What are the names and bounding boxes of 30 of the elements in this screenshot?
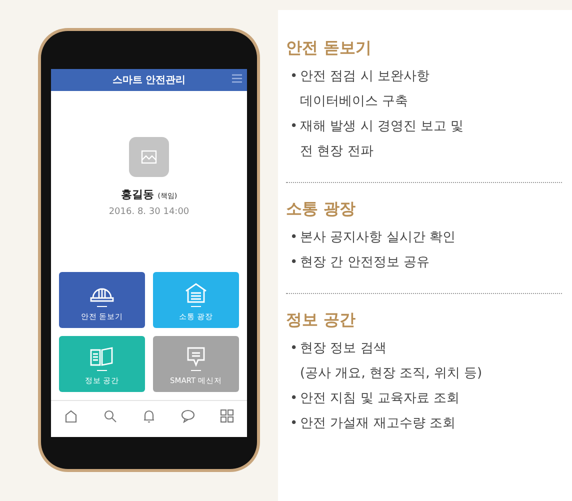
bullet: •	[290, 340, 299, 358]
app-title: 스마트 안전관리	[112, 74, 186, 88]
bullet: •	[290, 390, 299, 408]
timestamp: 2016. 8. 30 14:00	[108, 206, 190, 218]
grid-icon[interactable]	[220, 409, 234, 423]
section-title: 정보 공간	[286, 309, 357, 331]
chat-icon	[186, 346, 206, 367]
bell-icon[interactable]	[142, 409, 156, 423]
user-name: 홍길동	[120, 188, 154, 201]
bullet: •	[290, 118, 299, 136]
section-title: 안전 돋보기	[286, 37, 373, 59]
bullet: •	[290, 229, 299, 247]
bullet-text: 본사 공지사항 실시간 확인	[300, 229, 456, 247]
bullet-text: 안전 가설재 재고수량 조회	[300, 415, 456, 433]
bullet: •	[290, 415, 299, 433]
bullet-text: 현장 정보 검색 (공사 개요, 현장 조직, 위치 등)	[300, 340, 482, 383]
home-icon[interactable]	[64, 409, 78, 423]
bullet-text: 안전 점검 시 보완사항 데이터베이스 구축	[300, 68, 430, 111]
bullet: •	[290, 68, 299, 86]
menu-icon[interactable]	[232, 74, 242, 83]
bullet-text: 현장 간 안전정보 공유	[300, 254, 430, 272]
bullet-text: 안전 지침 및 교육자료 조회	[300, 390, 460, 408]
search-icon[interactable]	[102, 409, 117, 423]
bullet-text: 재해 발생 시 경영진 보고 및 전 현장 전파	[300, 118, 464, 161]
speech-bubble-icon[interactable]	[181, 409, 196, 423]
book-icon	[90, 346, 114, 367]
photo-placeholder	[129, 137, 169, 177]
garage-icon	[185, 282, 207, 303]
section-title: 소통 광장	[286, 198, 357, 220]
bullet: •	[290, 254, 299, 272]
